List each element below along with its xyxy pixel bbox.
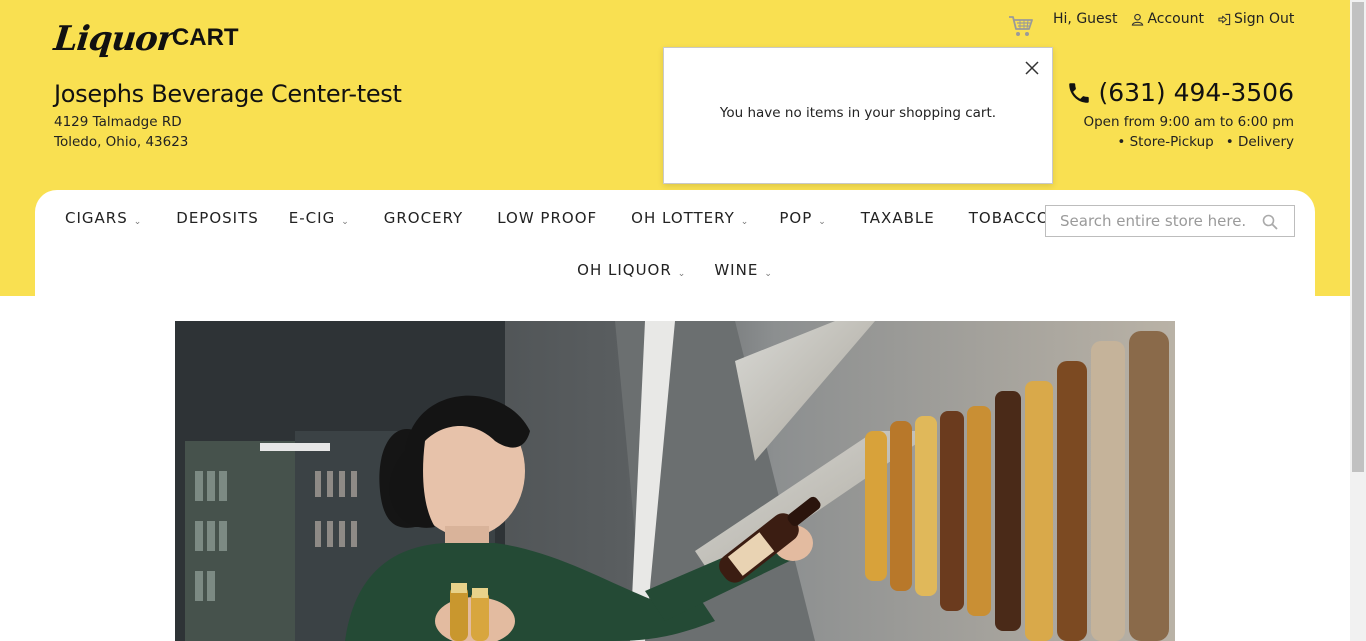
chevron-down-icon: ⌄ [341,217,350,227]
scrollbar-thumb[interactable] [1352,2,1364,472]
chevron-down-icon: ⌄ [133,217,143,227]
nav-item-oh-lottery[interactable]: OH LOTTERY ⌄ [631,209,749,227]
close-icon[interactable] [1024,60,1040,76]
header-links: Hi, Guest Account Sign Out [1053,11,1294,27]
main-navigation: CIGARS ⌄ DEPOSITS E-CIG ⌄ GROCERY LOW PROOF OH … [35,190,1315,300]
nav-item-oh-liquor[interactable]: OH LIQUOR ⌄ [577,261,686,279]
nav-item-tobacco[interactable]: TOBACCO⌄ [969,209,1045,227]
greeting-text: Hi, Guest [1053,11,1118,27]
chevron-down-icon: ⌄ [764,269,773,279]
phone-number: (631) 494-3506 [1098,78,1294,107]
nav-item-label: WINE [714,261,759,279]
nav-item-label: CIGARS [65,209,128,227]
nav-item-deposits[interactable]: DEPOSITS [176,209,259,227]
nav-item-taxable[interactable]: TAXABLE [861,209,935,227]
search-icon[interactable] [1262,214,1278,230]
store-address-line2: Toledo, Ohio, 43623 [54,134,189,150]
nav-item-label: GROCERY [383,209,464,227]
sign-in-arrow-icon [1218,13,1231,25]
service-delivery: • Delivery [1225,134,1294,150]
user-icon [1132,13,1144,26]
nav-item-wine[interactable]: WINE ⌄ [714,261,773,279]
nav-item-cigars[interactable]: CIGARS ⌄ [65,209,142,227]
nav-item-pop[interactable]: POP ⌄ [779,209,826,227]
chevron-down-icon: ⌄ [677,269,687,279]
shopping-cart-icon[interactable] [1008,14,1034,38]
search-box [1045,205,1295,237]
nav-item-label: TOBACCO [968,209,1045,227]
sign-out-label: Sign Out [1233,11,1295,27]
store-address-line1: 4129 Talmadge RD [54,114,182,130]
store-services: • Store-Pickup • Delivery [1117,134,1294,150]
store-name: Josephs Beverage Center-test [54,80,402,108]
nav-item-label: POP [779,209,813,227]
logo-caps-text: CART [171,24,239,51]
empty-cart-message: You have no items in your shopping cart. [719,105,997,121]
chevron-down-icon: ⌄ [818,217,827,227]
account-link[interactable]: Account [1131,11,1204,27]
nav-item-e-cig[interactable]: E-CIG ⌄ [289,209,350,227]
hero-banner-image [175,321,1175,641]
nav-row-primary: CIGARS ⌄ DEPOSITS E-CIG ⌄ GROCERY LOW PROOF OH … [35,190,1045,250]
nav-item-label: DEPOSITS [176,209,259,227]
nav-item-low-proof[interactable]: LOW PROOF [497,209,597,227]
store-hours: Open from 9:00 am to 6:00 pm [1083,114,1294,130]
nav-row-secondary: OH LIQUOR ⌄ WINE ⌄ [35,261,1315,279]
sign-out-link[interactable]: Sign Out [1218,11,1294,27]
vertical-scrollbar[interactable] [1350,0,1366,641]
search-input[interactable] [1046,206,1246,236]
logo-script-text: Liquor [51,19,177,59]
minicart-popup: You have no items in your shopping cart. [663,47,1053,184]
service-store-pickup: • Store-Pickup [1117,134,1214,150]
account-label: Account [1147,11,1204,27]
liquorcart-logo[interactable]: Liquor CART [51,8,239,59]
nav-item-label: OH LIQUOR [577,261,672,279]
phone-icon [1069,82,1090,103]
nav-item-label: TAXABLE [860,209,935,227]
page: Liquor CART Josephs Beverage Center-test… [0,0,1350,641]
nav-item-label: OH LOTTERY [631,209,735,227]
nav-item-grocery[interactable]: GROCERY [384,209,463,227]
nav-item-label: E-CIG [288,209,336,227]
nav-item-label: LOW PROOF [497,209,598,227]
store-phone[interactable]: (631) 494-3506 [1066,78,1294,107]
chevron-down-icon: ⌄ [740,217,750,227]
